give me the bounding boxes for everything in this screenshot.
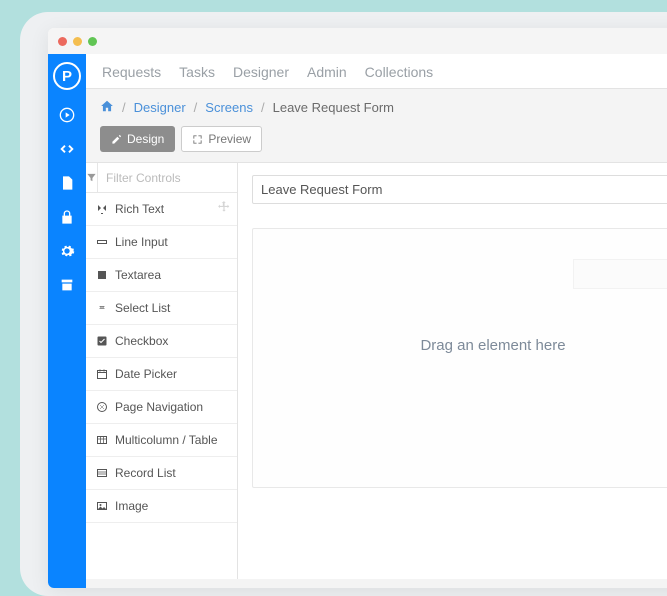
control-image[interactable]: Image <box>86 490 237 523</box>
window-minimize-dot[interactable] <box>73 37 82 46</box>
control-label: Checkbox <box>115 334 168 348</box>
control-label: Line Input <box>115 235 168 249</box>
control-label: Image <box>115 499 148 513</box>
breadcrumb-designer[interactable]: Designer <box>134 100 186 115</box>
window-titlebar <box>48 28 667 54</box>
play-icon[interactable] <box>58 106 76 124</box>
control-page-navigation[interactable]: Page Navigation <box>86 391 237 424</box>
drop-zone[interactable]: Drag an element here <box>252 228 667 488</box>
breadcrumb-sep: / <box>194 100 198 115</box>
table-icon <box>96 434 108 446</box>
breadcrumb: / Designer / Screens / Leave Request For… <box>86 89 667 126</box>
lock-icon[interactable] <box>58 208 76 226</box>
top-nav: Requests Tasks Designer Admin Collection… <box>86 54 667 88</box>
controls-panel: Rich Text Line Input <box>86 163 238 579</box>
breadcrumb-sep: / <box>122 100 126 115</box>
pencil-icon <box>111 134 122 145</box>
checkbox-icon <box>96 335 108 347</box>
tab-preview-label: Preview <box>208 132 251 146</box>
breadcrumb-screens[interactable]: Screens <box>205 100 253 115</box>
control-date-picker[interactable]: Date Picker <box>86 358 237 391</box>
left-sidebar: P <box>48 54 86 588</box>
expand-icon <box>192 134 203 145</box>
page-background: P <box>20 12 667 596</box>
document-icon[interactable] <box>58 174 76 192</box>
filter-row <box>86 163 237 193</box>
gear-icon[interactable] <box>58 242 76 260</box>
logo-letter: P <box>62 68 72 85</box>
app-window: P <box>48 28 667 588</box>
control-line-input[interactable]: Line Input <box>86 226 237 259</box>
image-icon <box>96 500 108 512</box>
tab-design[interactable]: Design <box>100 126 175 152</box>
code-icon[interactable] <box>58 140 76 158</box>
breadcrumb-current: Leave Request Form <box>273 100 394 115</box>
control-label: Rich Text <box>115 202 164 216</box>
drag-hint-text: Drag an element here <box>273 337 667 354</box>
move-icon <box>217 200 231 214</box>
control-textarea[interactable]: Textarea <box>86 259 237 292</box>
tab-design-label: Design <box>127 132 164 146</box>
nav-item-collections[interactable]: Collections <box>365 64 433 80</box>
pagenav-icon <box>96 401 108 413</box>
form-title-input[interactable] <box>252 175 667 204</box>
control-label: Page Navigation <box>115 400 203 414</box>
main-region: Requests Tasks Designer Admin Collection… <box>86 54 667 588</box>
app-body: P <box>48 54 667 588</box>
textarea-icon <box>96 269 108 281</box>
control-label: Multicolumn / Table <box>115 433 218 447</box>
calendar-icon <box>96 368 108 380</box>
control-record-list[interactable]: Record List <box>86 457 237 490</box>
window-maximize-dot[interactable] <box>88 37 97 46</box>
placeholder-block <box>573 259 667 289</box>
control-multicolumn-table[interactable]: Multicolumn / Table <box>86 424 237 457</box>
nav-item-designer[interactable]: Designer <box>233 64 289 80</box>
control-label: Record List <box>115 466 176 480</box>
designer-body: Rich Text Line Input <box>86 162 667 579</box>
nav-item-admin[interactable]: Admin <box>307 64 347 80</box>
filter-icon[interactable] <box>86 163 98 192</box>
app-logo[interactable]: P <box>53 62 81 90</box>
nav-item-requests[interactable]: Requests <box>102 64 161 80</box>
content-container: / Designer / Screens / Leave Request For… <box>86 88 667 588</box>
richtext-icon <box>96 203 108 215</box>
select-icon <box>96 302 108 314</box>
nav-item-tasks[interactable]: Tasks <box>179 64 215 80</box>
control-checkbox[interactable]: Checkbox <box>86 325 237 358</box>
breadcrumb-sep: / <box>261 100 265 115</box>
control-label: Textarea <box>115 268 161 282</box>
lineinput-icon <box>96 236 108 248</box>
mode-tabs: Design Preview <box>86 126 667 162</box>
archive-icon[interactable] <box>58 276 76 294</box>
tab-preview[interactable]: Preview <box>181 126 262 152</box>
control-label: Date Picker <box>115 367 177 381</box>
home-icon[interactable] <box>100 99 114 116</box>
control-richtext[interactable]: Rich Text <box>86 193 237 226</box>
designer-canvas: Drag an element here <box>238 163 667 579</box>
control-label: Select List <box>115 301 170 315</box>
control-select-list[interactable]: Select List <box>86 292 237 325</box>
recordlist-icon <box>96 467 108 479</box>
window-close-dot[interactable] <box>58 37 67 46</box>
